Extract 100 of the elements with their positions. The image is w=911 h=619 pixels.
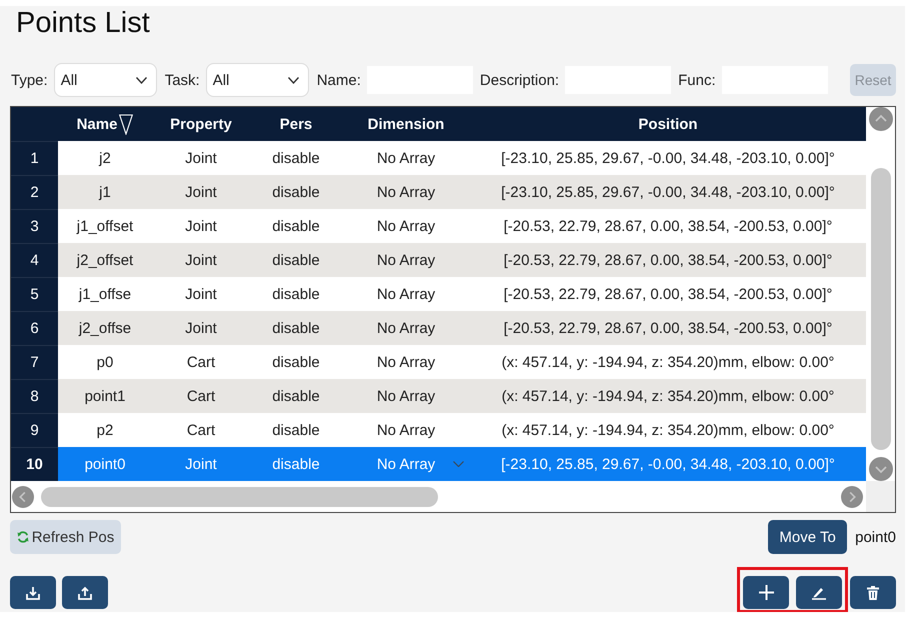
add-button[interactable] — [743, 576, 789, 609]
position-value: [-23.10, 25.85, 29.67, -0.00, 34.48, -203.10, 0.00]° — [501, 456, 835, 472]
row-number-cell: 6 — [11, 311, 58, 345]
position-value: (x: 457.14, y: -194.94, z: 354.20)mm, elbow: 0.00° — [502, 354, 834, 370]
pers-value: disable — [272, 286, 320, 302]
target-point-text: point0 — [855, 528, 896, 546]
point-name: j1_offse — [78, 286, 132, 302]
table-row[interactable]: 8 point1 Cart disable No Array (x: 457.14, y: -194.94, z: 354.20)mm, elbow: 0.00° — [11, 379, 866, 413]
dimension-value: No Array — [376, 150, 436, 166]
pencil-icon — [811, 586, 827, 600]
pers-value: disable — [272, 184, 320, 200]
point-name: point0 — [84, 456, 126, 472]
filter-select[interactable]: All — [54, 63, 157, 97]
pers-value: disable — [272, 456, 320, 472]
point-property: Joint — [185, 320, 217, 336]
trash-icon — [867, 586, 879, 600]
pers-value: disable — [272, 150, 320, 166]
position-value: [-20.53, 22.79, 28.67, 0.00, 38.54, -200.53, 0.00]° — [504, 320, 832, 336]
row-number-cell: 10 — [11, 447, 58, 481]
pers-value: disable — [272, 252, 320, 268]
row-number-cell: 9 — [11, 413, 58, 447]
table-row[interactable]: 2 j1 Joint disable No Array [-23.10, 25.85, 29.67, -0.00, 34.48, -203.10, 0.00]° — [11, 175, 866, 209]
dimension-value: No Array — [376, 252, 436, 268]
dimension-value: No Array — [376, 388, 436, 404]
edit-button[interactable] — [796, 576, 842, 609]
download-icon — [26, 586, 40, 600]
scrollbar-thumb[interactable] — [870, 168, 890, 450]
row-number-cell: 2 — [11, 175, 58, 209]
pers-value: disable — [272, 388, 320, 404]
position-value: [-20.53, 22.79, 28.67, 0.00, 38.54, -200.53, 0.00]° — [504, 252, 832, 268]
row-number-cell: 4 — [11, 243, 58, 277]
point-property: Cart — [186, 422, 216, 438]
filter-label: Task: — [164, 72, 200, 88]
pers-value: disable — [272, 354, 320, 370]
refresh-pos-button[interactable]: Refresh Pos — [10, 520, 121, 554]
point-name: point1 — [84, 388, 126, 404]
column-header[interactable]: Position — [638, 116, 698, 132]
dimension-value: No Array — [376, 354, 436, 370]
point-name: j2 — [99, 150, 111, 166]
download-button[interactable] — [10, 576, 56, 609]
scroll-up-button[interactable] — [868, 107, 892, 131]
move-to-button[interactable]: Move To — [768, 520, 848, 554]
point-property: Joint — [185, 150, 217, 166]
page-title: Points List — [16, 6, 150, 40]
scroll-right-button[interactable] — [841, 486, 863, 508]
position-value: (x: 457.14, y: -194.94, z: 354.20)mm, elbow: 0.00° — [502, 388, 834, 404]
dimension-value: No Array — [376, 218, 436, 234]
point-property: Joint — [185, 286, 217, 302]
dimension-value: No Array — [376, 320, 436, 336]
column-header[interactable]: Pers — [280, 116, 312, 132]
point-name: j1_offset — [76, 218, 134, 234]
point-property: Joint — [185, 252, 217, 268]
plus-icon — [758, 585, 774, 600]
table-row[interactable]: 6 j2_offse Joint disable No Array [-20.53, 22.79, 28.67, 0.00, 38.54, -200.53, 0.00]° — [11, 311, 866, 345]
filter-label: Func: — [678, 72, 716, 88]
point-property: Cart — [186, 388, 216, 404]
dimension-value: No Array — [376, 456, 436, 472]
column-header[interactable]: Dimension — [368, 116, 444, 132]
table-row[interactable]: 10 point0 Joint disable No Array [-23.10, 25.85, 29.67, -0.00, 34.48, -203.10, 0.00]° — [11, 447, 866, 481]
position-value: [-23.10, 25.85, 29.67, -0.00, 34.48, -203.10, 0.00]° — [501, 184, 835, 200]
point-property: Joint — [185, 456, 217, 472]
row-number-cell: 1 — [11, 141, 58, 175]
row-number-cell: 3 — [11, 209, 58, 243]
pers-value: disable — [272, 422, 320, 438]
upload-button[interactable] — [62, 576, 108, 609]
scrollbar-thumb[interactable] — [41, 486, 438, 506]
column-header[interactable]: Property — [170, 116, 232, 132]
point-property: Joint — [185, 218, 217, 234]
dimension-value: No Array — [376, 422, 436, 438]
point-name: p2 — [96, 422, 114, 438]
chevron-down-icon — [136, 76, 147, 84]
upload-icon — [78, 586, 92, 600]
point-name: j2_offset — [76, 252, 134, 268]
delete-button[interactable] — [850, 576, 896, 609]
row-number-cell: 8 — [11, 379, 58, 413]
table-row[interactable]: 4 j2_offset Joint disable No Array [-20.53, 22.79, 28.67, 0.00, 38.54, -200.53, 0.00]° — [11, 243, 866, 277]
point-property: Cart — [186, 354, 216, 370]
filter-label: Name: — [316, 72, 361, 88]
dimension-value: No Array — [376, 184, 436, 200]
row-number-cell: 7 — [11, 345, 58, 379]
chevron-down-icon — [288, 76, 299, 84]
scroll-down-button[interactable] — [868, 457, 892, 481]
caret-icon[interactable] — [453, 461, 464, 467]
pers-value: disable — [272, 320, 320, 336]
point-name: p0 — [96, 354, 114, 370]
position-value: [-20.53, 22.79, 28.67, 0.00, 38.54, -200.53, 0.00]° — [504, 218, 832, 234]
filter-label: Type: — [11, 72, 48, 88]
point-name: j2_offse — [78, 320, 132, 336]
point-name: j1 — [99, 184, 111, 200]
position-value: [-23.10, 25.85, 29.67, -0.00, 34.48, -203.10, 0.00]° — [501, 150, 835, 166]
position-value: (x: 457.14, y: -194.94, z: 354.20)mm, elbow: 0.00° — [502, 422, 834, 438]
filter-label: Description: — [480, 72, 560, 88]
dimension-value: No Array — [376, 286, 436, 302]
point-property: Joint — [185, 184, 217, 200]
filter-select[interactable]: All — [206, 63, 309, 97]
position-value: [-20.53, 22.79, 28.67, 0.00, 38.54, -200.53, 0.00]° — [504, 286, 832, 302]
scroll-left-button[interactable] — [12, 486, 34, 508]
refresh-icon — [16, 531, 29, 543]
column-header[interactable]: Name — [76, 114, 134, 134]
row-number-cell: 5 — [11, 277, 58, 311]
